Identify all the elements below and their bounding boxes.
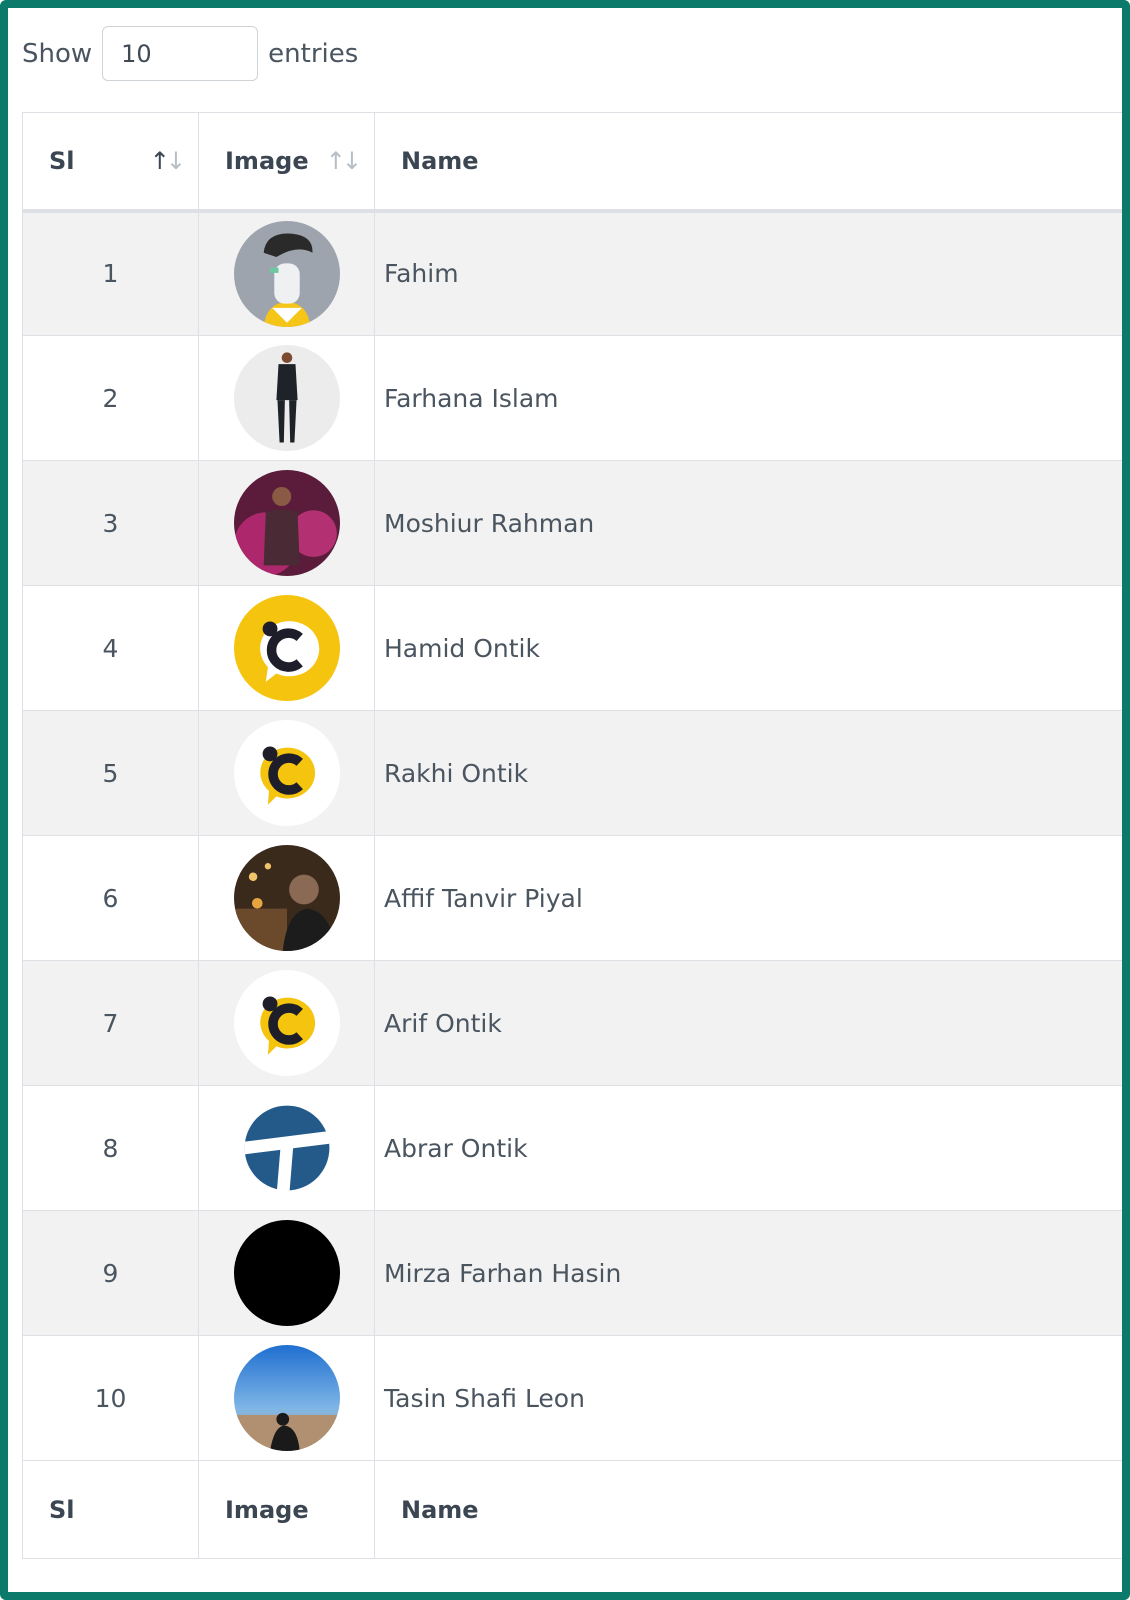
sl-cell: 7: [22, 960, 199, 1086]
footer-header-name: Name: [374, 1460, 1122, 1559]
avatar: [233, 220, 340, 327]
users-table-wrapper: Sl ↑↓ Image ↑↓ Name ↑ 1: [22, 112, 1122, 1559]
image-cell: [198, 585, 375, 711]
name-cell: Farhana Islam: [374, 335, 1122, 461]
avatar: [233, 720, 340, 826]
footer-header-sl: Sl: [22, 1460, 199, 1559]
sl-cell: 10: [22, 1335, 199, 1461]
image-cell: [198, 210, 375, 336]
users-table: Sl ↑↓ Image ↑↓ Name ↑ 1: [22, 112, 1122, 1559]
table-body: 1 Fahim 2 Farhana Islam 3 Moshiur Rahman…: [22, 210, 1122, 1461]
page-frame: Show entries Sl ↑↓ Image ↑↓: [0, 0, 1130, 1600]
sl-cell: 3: [22, 460, 199, 586]
table-row: 9 Mirza Farhan Hasin: [22, 1210, 1122, 1336]
image-cell: [198, 1335, 375, 1461]
name-cell: Tasin Shafi Leon: [374, 1335, 1122, 1461]
sl-cell: 1: [22, 210, 199, 336]
avatar: [233, 970, 340, 1076]
sl-cell: 2: [22, 335, 199, 461]
table-row: 5 Rakhi Ontik: [22, 710, 1122, 836]
column-header-image[interactable]: Image ↑↓: [198, 112, 375, 213]
table-row: 2 Farhana Islam: [22, 335, 1122, 461]
table-header: Sl ↑↓ Image ↑↓ Name ↑: [22, 112, 1122, 213]
name-cell: Mirza Farhan Hasin: [374, 1210, 1122, 1336]
image-cell: [198, 960, 375, 1086]
footer-header-image: Image: [198, 1460, 375, 1559]
name-cell: Fahim: [374, 210, 1122, 336]
column-header-image-label: Image: [225, 146, 309, 175]
avatar: [233, 595, 340, 701]
image-cell: [198, 335, 375, 461]
sl-cell: 9: [22, 1210, 199, 1336]
avatar: [233, 345, 340, 451]
sl-cell: 5: [22, 710, 199, 836]
table-footer: Sl Image Name: [22, 1460, 1122, 1559]
avatar: [233, 845, 340, 951]
name-cell: Hamid Ontik: [374, 585, 1122, 711]
image-cell: [198, 835, 375, 961]
name-cell: Moshiur Rahman: [374, 460, 1122, 586]
name-cell: Abrar Ontik: [374, 1085, 1122, 1211]
name-cell: Arif Ontik: [374, 960, 1122, 1086]
entries-length-control: Show entries: [22, 26, 358, 81]
entries-label: entries: [268, 38, 359, 69]
image-cell: [198, 710, 375, 836]
sort-icon[interactable]: ↑↓: [150, 147, 186, 175]
table-row: 6 Affif Tanvir Piyal: [22, 835, 1122, 961]
image-cell: [198, 460, 375, 586]
avatar: [233, 1220, 340, 1326]
avatar: [233, 1345, 340, 1451]
image-cell: [198, 1085, 375, 1211]
table-row: 8 Abrar Ontik: [22, 1085, 1122, 1211]
show-label: Show: [22, 38, 93, 69]
avatar: [233, 470, 340, 576]
column-header-name[interactable]: Name ↑: [374, 112, 1122, 213]
name-cell: Rakhi Ontik: [374, 710, 1122, 836]
name-cell: Affif Tanvir Piyal: [374, 835, 1122, 961]
table-row: 7 Arif Ontik: [22, 960, 1122, 1086]
entries-count-input[interactable]: [102, 26, 259, 81]
sl-cell: 6: [22, 835, 199, 961]
column-header-sl-label: Sl: [49, 146, 75, 175]
sl-cell: 4: [22, 585, 199, 711]
column-header-name-label: Name: [401, 146, 479, 175]
table-row: 1 Fahim: [22, 210, 1122, 336]
image-cell: [198, 1210, 375, 1336]
column-header-sl[interactable]: Sl ↑↓: [22, 112, 199, 213]
table-row: 4 Hamid Ontik: [22, 585, 1122, 711]
avatar: [233, 1095, 340, 1201]
sort-icon[interactable]: ↑↓: [326, 147, 362, 175]
table-row: 3 Moshiur Rahman: [22, 460, 1122, 586]
table-row: 10 Tasin Shafi Leon: [22, 1335, 1122, 1461]
sl-cell: 8: [22, 1085, 199, 1211]
